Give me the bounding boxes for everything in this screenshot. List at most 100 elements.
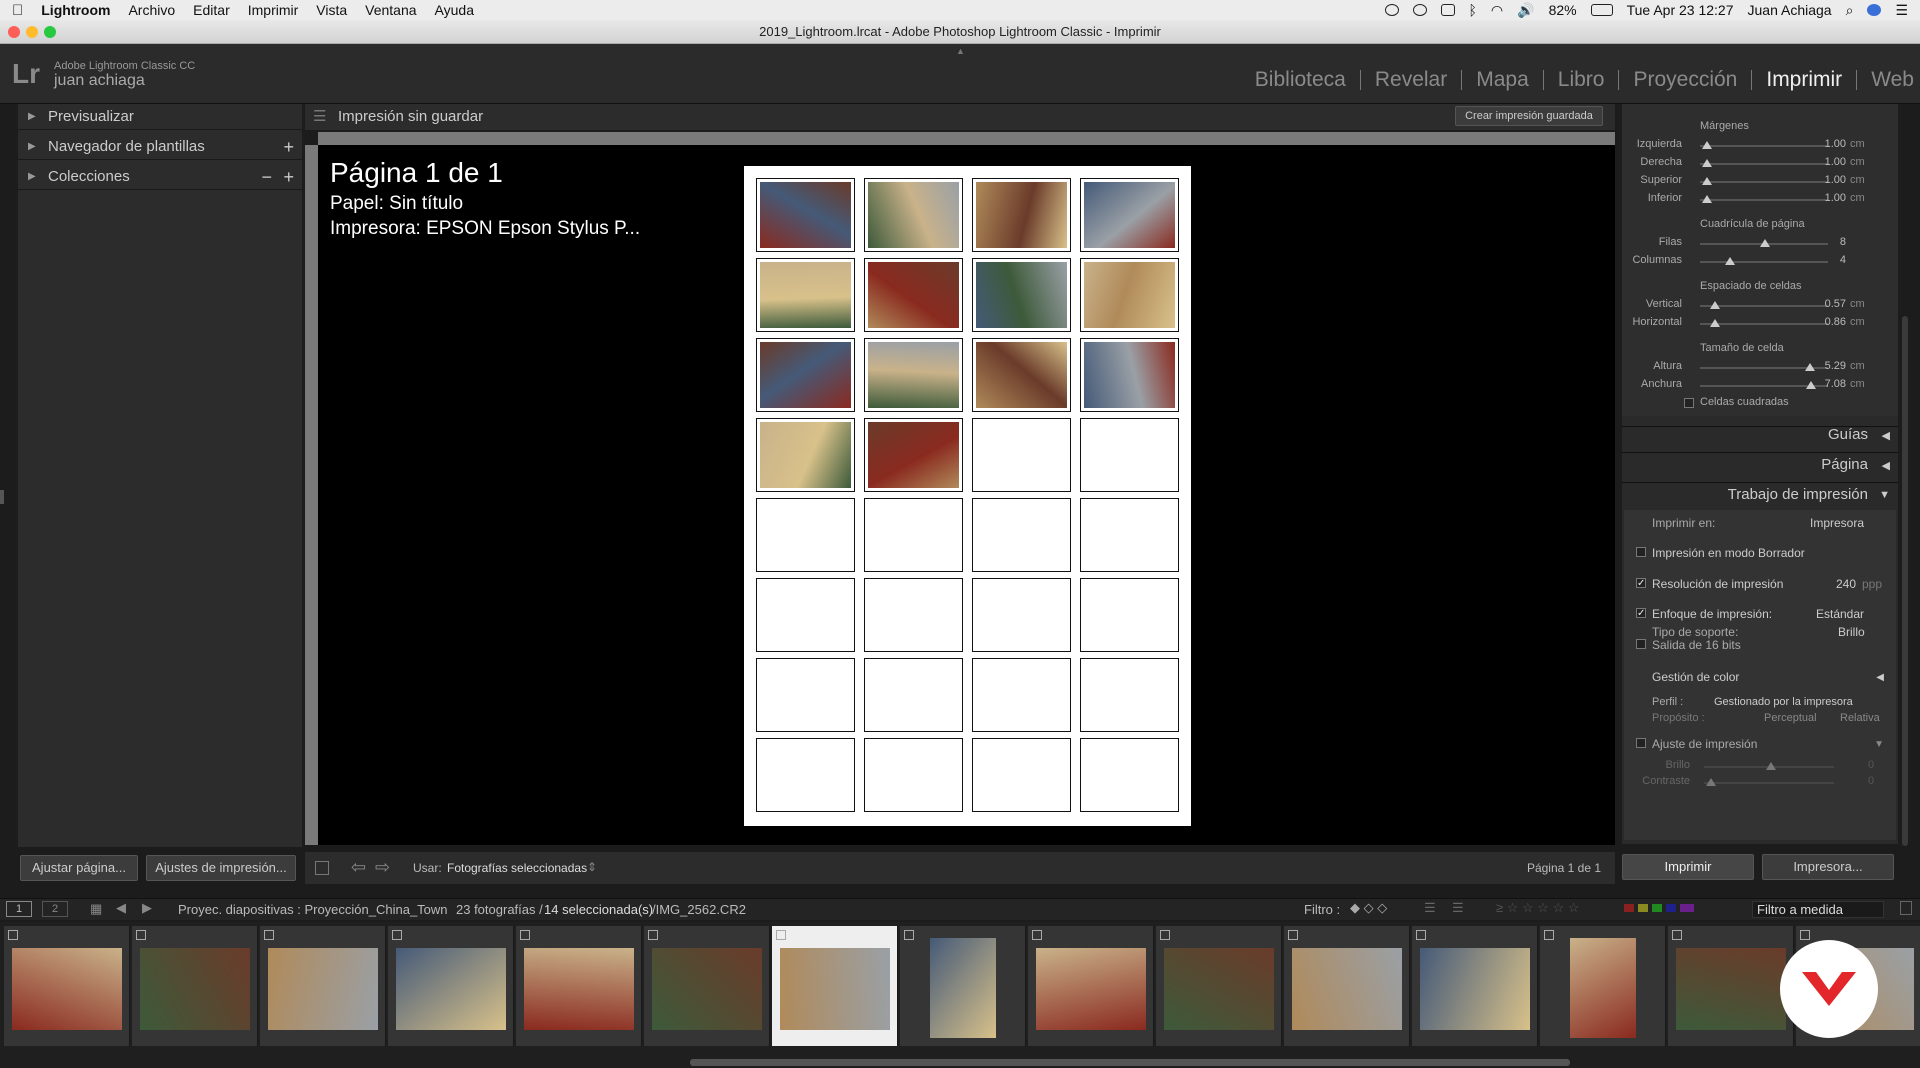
empty-cell[interactable] <box>1080 738 1179 812</box>
back-arrow-icon[interactable]: ◀ <box>116 900 126 916</box>
expand-triangle-icon[interactable]: ▶ <box>28 104 36 130</box>
filmstrip-thumbnail[interactable] <box>516 926 642 1046</box>
user-menu[interactable]: Juan Achiaga <box>1748 2 1832 18</box>
filmstrip-thumbnail[interactable] <box>260 926 386 1046</box>
module-biblioteca[interactable]: Biblioteca <box>1241 69 1361 90</box>
photo-cell[interactable] <box>864 418 963 492</box>
create-saved-print-button[interactable]: Crear impresión guardada <box>1455 106 1603 126</box>
guides-section[interactable]: Guías <box>1828 426 1868 443</box>
photo-cell[interactable] <box>864 178 963 252</box>
print-adjustment-checkbox[interactable] <box>1636 738 1646 748</box>
print-adjustment-expand-icon[interactable]: ▼ <box>1874 739 1884 750</box>
filmstrip-thumbnail[interactable] <box>1156 926 1282 1046</box>
rating-filter-icon[interactable]: ≥ ☆ ☆ ☆ ☆ ☆ <box>1496 900 1579 916</box>
filmstrip-thumbnail[interactable] <box>4 926 130 1046</box>
print-resolution-checkbox[interactable]: ✓ <box>1636 578 1646 589</box>
record-icon[interactable] <box>1384 4 1399 16</box>
draft-mode-checkbox[interactable] <box>1636 547 1646 557</box>
module-mapa[interactable]: Mapa <box>1462 69 1544 90</box>
cell-height-value[interactable]: 5.29 <box>1786 360 1846 372</box>
section-colecciones[interactable]: ▶ Colecciones − + <box>18 164 302 190</box>
next-page-icon[interactable]: ⇨ <box>375 857 390 878</box>
grid-view-icon[interactable]: ▦ <box>90 901 102 917</box>
expand-triangle-icon[interactable]: ▶ <box>28 164 36 190</box>
pick-flag-icon[interactable] <box>264 930 274 940</box>
photo-cell[interactable] <box>972 338 1071 412</box>
forward-arrow-icon[interactable]: ▶ <box>142 900 152 916</box>
empty-cell[interactable] <box>1080 578 1179 652</box>
battery-icon[interactable] <box>1590 4 1613 16</box>
print-to-select[interactable]: Impresora <box>1810 516 1864 530</box>
margin-bottom-value[interactable]: 1.00 <box>1786 192 1846 204</box>
empty-cell[interactable] <box>864 578 963 652</box>
virtual-copy-filter-icon[interactable]: ☰ <box>1452 900 1464 916</box>
empty-cell[interactable] <box>1080 658 1179 732</box>
module-proyeccion[interactable]: Proyección <box>1619 69 1753 90</box>
pick-flag-icon[interactable] <box>1288 930 1298 940</box>
screen-icon[interactable] <box>1440 4 1455 16</box>
intent-relative[interactable]: Relativa <box>1840 712 1880 724</box>
custom-filter-select[interactable]: Filtro a medida <box>1752 901 1884 918</box>
edit-filter-icon[interactable]: ☰ <box>1424 900 1436 916</box>
remove-collection-button[interactable]: − <box>261 164 272 190</box>
margin-right-value[interactable]: 1.00 <box>1786 156 1846 168</box>
left-panel-toggle[interactable] <box>0 490 4 504</box>
print-job-expand-icon[interactable]: ▼ <box>1879 489 1890 501</box>
menu-editar[interactable]: Editar <box>193 2 230 18</box>
wifi-icon[interactable]: ◠ <box>1491 2 1503 19</box>
photo-cell[interactable] <box>1080 178 1179 252</box>
cloud-icon[interactable] <box>1412 4 1427 16</box>
filmstrip-thumbnail[interactable] <box>644 926 770 1046</box>
photo-cell[interactable] <box>756 418 855 492</box>
pick-flag-icon[interactable] <box>1416 930 1426 940</box>
volume-icon[interactable]: 🔊 <box>1517 2 1534 19</box>
menu-ayuda[interactable]: Ayuda <box>435 2 474 18</box>
filmstrip-thumbnail[interactable] <box>388 926 514 1046</box>
section-navegador-plantillas[interactable]: ▶ Navegador de plantillas + <box>18 134 302 160</box>
empty-cell[interactable] <box>972 418 1071 492</box>
siri-icon[interactable] <box>1867 4 1882 16</box>
paper-sheet[interactable] <box>744 166 1191 826</box>
add-collection-button[interactable]: + <box>283 164 294 190</box>
pick-flag-icon[interactable] <box>1032 930 1042 940</box>
margin-top-value[interactable]: 1.00 <box>1786 174 1846 186</box>
contrast-slider[interactable] <box>1704 778 1834 786</box>
module-web[interactable]: Web <box>1857 69 1920 90</box>
section-previsualizar[interactable]: ▶ Previsualizar <box>18 104 302 130</box>
pick-flag-icon[interactable] <box>392 930 402 940</box>
apple-icon[interactable]:  <box>12 2 23 19</box>
empty-cell[interactable] <box>756 658 855 732</box>
profile-select[interactable]: Gestionado por la impresora <box>1714 696 1853 708</box>
battery-percent[interactable]: 82% <box>1549 2 1577 18</box>
media-type-select[interactable]: Brillo <box>1838 625 1865 639</box>
color-label-filter[interactable] <box>1624 904 1694 912</box>
printer-button[interactable]: Impresora... <box>1762 854 1894 880</box>
menu-vista[interactable]: Vista <box>316 2 347 18</box>
filmstrip-thumbnail[interactable] <box>1028 926 1154 1046</box>
pick-flag-icon[interactable] <box>136 930 146 940</box>
add-template-button[interactable]: + <box>283 134 294 160</box>
pick-flag-icon[interactable] <box>1160 930 1170 940</box>
print-job-section[interactable]: Trabajo de impresión <box>1728 486 1868 503</box>
output-16bit-checkbox[interactable] <box>1636 639 1646 649</box>
pick-flag-icon[interactable] <box>648 930 658 940</box>
photo-cell[interactable] <box>1080 338 1179 412</box>
pick-flag-icon[interactable] <box>1672 930 1682 940</box>
intent-perceptual[interactable]: Perceptual <box>1764 712 1817 724</box>
close-window-icon[interactable] <box>8 26 20 38</box>
empty-cell[interactable] <box>864 658 963 732</box>
photo-cell[interactable] <box>756 338 855 412</box>
filmstrip-thumbnail[interactable] <box>772 926 898 1046</box>
photo-cell[interactable] <box>972 258 1071 332</box>
module-revelar[interactable]: Revelar <box>1361 69 1463 90</box>
photo-cell[interactable] <box>864 258 963 332</box>
filmstrip-thumbnail[interactable] <box>900 926 1026 1046</box>
square-cells-checkbox[interactable] <box>1684 398 1694 408</box>
menu-ventana[interactable]: Ventana <box>365 2 416 18</box>
expand-triangle-icon[interactable]: ▶ <box>28 134 36 160</box>
filmstrip-thumbnail[interactable] <box>1284 926 1410 1046</box>
page-section[interactable]: Página <box>1821 456 1868 473</box>
filmstrip-source[interactable]: Proyec. diapositivas : Proyección_China_… <box>178 902 448 917</box>
page-collapse-icon[interactable]: ◀ <box>1882 459 1890 472</box>
photo-cell[interactable] <box>972 178 1071 252</box>
